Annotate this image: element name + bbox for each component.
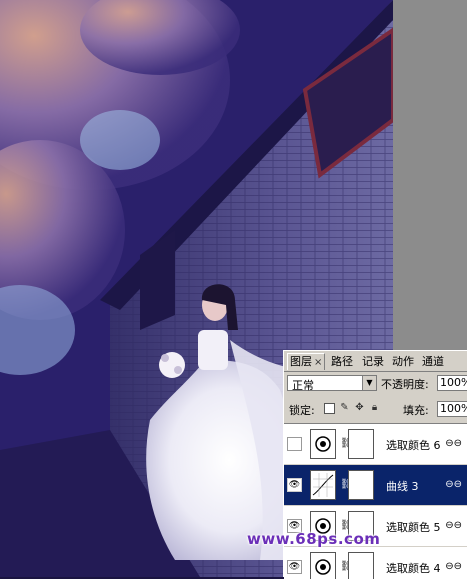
layer-name: 选取颜色 5 <box>386 521 441 534</box>
opacity-input[interactable]: 100% <box>437 375 467 391</box>
layer-name: 选取颜色 6 <box>386 439 441 452</box>
mask-thumbnail[interactable] <box>348 470 374 500</box>
blend-mode-select[interactable]: 正常 ▼ <box>287 375 377 392</box>
brush-icon[interactable]: ✎ <box>339 402 350 413</box>
tab-paths[interactable]: 路径 <box>329 354 355 370</box>
link-icon: ⊖⊖ <box>445 438 462 449</box>
lock-icon[interactable]: 🔒︎ <box>369 402 380 413</box>
adjustment-thumbnail <box>310 552 336 579</box>
fill-label: 填充: <box>403 404 429 417</box>
link-icon: ⊖⊖ <box>445 479 462 490</box>
tab-actions[interactable]: 动作 <box>390 354 416 370</box>
layer-name: 曲线 3 <box>386 480 419 493</box>
layer-row-selected[interactable]: 👁︎ ⛓︎ 曲线 3 ⊖⊖ <box>284 465 467 506</box>
fill-input[interactable]: 100% <box>437 401 467 417</box>
layer-list: ⛓︎ 选取颜色 6 ⊖⊖ 👁︎ ⛓︎ 曲线 3 ⊖⊖ 👁︎ ⛓︎ 选取颜色 5 … <box>284 423 467 579</box>
layer-row[interactable]: 👁︎ ⛓︎ 选取颜色 4 ⊖⊖ <box>284 547 467 579</box>
eye-icon[interactable]: 👁︎ <box>287 478 302 492</box>
curves-thumbnail <box>310 470 336 500</box>
layer-name: 选取颜色 4 <box>386 562 441 575</box>
mask-thumbnail[interactable] <box>348 552 374 579</box>
adjustment-thumbnail <box>310 429 336 459</box>
mask-thumbnail[interactable] <box>348 429 374 459</box>
lock-transparency-icon[interactable] <box>324 403 335 414</box>
panel-tab-bar: 图层 × 路径 记录 动作 通道 <box>284 351 467 372</box>
tab-history[interactable]: 记录 <box>360 354 386 370</box>
layer-row[interactable]: ⛓︎ 选取颜色 6 ⊖⊖ <box>284 424 467 465</box>
visibility-toggle[interactable] <box>287 437 302 451</box>
lock-label: 锁定: <box>289 404 315 417</box>
link-icon: ⊖⊖ <box>445 520 462 531</box>
move-icon[interactable]: ✥ <box>354 402 365 413</box>
eye-icon[interactable]: 👁︎ <box>287 560 302 574</box>
chevron-down-icon[interactable]: ▼ <box>362 376 376 390</box>
close-icon[interactable]: × <box>314 357 322 368</box>
watermark: www.68ps.com <box>247 530 381 548</box>
tab-channels[interactable]: 通道 <box>420 354 446 370</box>
tab-layers[interactable]: 图层 × <box>287 353 326 370</box>
link-icon: ⊖⊖ <box>445 561 462 572</box>
opacity-label: 不透明度: <box>381 378 429 391</box>
